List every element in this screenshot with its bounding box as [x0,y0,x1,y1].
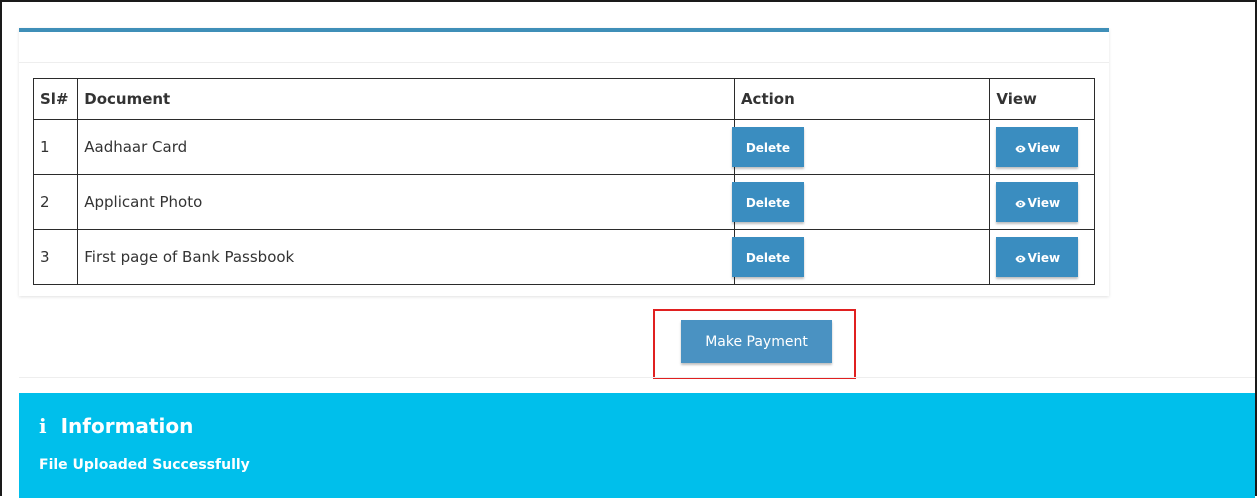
row-action-cell: Delete [731,174,991,230]
delete-button[interactable]: Delete [731,182,804,222]
row-view-cell: View [989,229,1095,285]
table-header-row: Sl# Document Action View [32,78,1095,120]
information-title: Information [60,414,194,438]
table-row: 3 First page of Bank Passbook Delete Vie… [32,229,1095,285]
row-sl: 2 [32,174,79,230]
row-document: Applicant Photo [77,174,735,230]
eye-icon [1015,145,1026,153]
header-action: Action [733,78,991,120]
row-sl: 1 [32,119,79,175]
make-payment-button[interactable]: Make Payment [681,320,832,363]
delete-button[interactable]: Delete [731,237,804,277]
row-action-cell: Delete [731,119,991,175]
eye-icon [1015,200,1026,208]
delete-button[interactable]: Delete [731,127,804,167]
header-view: View [989,78,1095,120]
row-view-cell: View [989,119,1095,175]
row-sl: 3 [32,229,79,285]
row-action-cell: Delete [731,229,991,285]
info-icon: i [39,414,47,438]
documents-table: Sl# Document Action View 1 Aadhaar Card … [32,78,1095,285]
view-button-label: View [1027,251,1061,265]
header-sl: Sl# [32,78,79,120]
view-button[interactable]: View [996,182,1079,222]
information-title-row: i Information [39,414,193,438]
view-button[interactable]: View [996,127,1079,167]
view-button-label: View [1027,141,1061,155]
table-row: 2 Applicant Photo Delete View [32,174,1095,230]
documents-card: Sl# Document Action View 1 Aadhaar Card … [19,28,1109,296]
row-document: Aadhaar Card [77,119,735,175]
header-document: Document [77,78,735,120]
table-row: 1 Aadhaar Card Delete View [32,119,1095,175]
information-message: File Uploaded Successfully [39,457,250,473]
eye-icon [1015,255,1026,263]
section-divider [19,377,1255,378]
row-view-cell: View [989,174,1095,230]
row-document: First page of Bank Passbook [77,229,735,285]
view-button[interactable]: View [996,237,1079,277]
card-header-divider [19,62,1109,63]
view-button-label: View [1027,196,1061,210]
information-alert: i Information File Uploaded Successfully [19,393,1255,498]
